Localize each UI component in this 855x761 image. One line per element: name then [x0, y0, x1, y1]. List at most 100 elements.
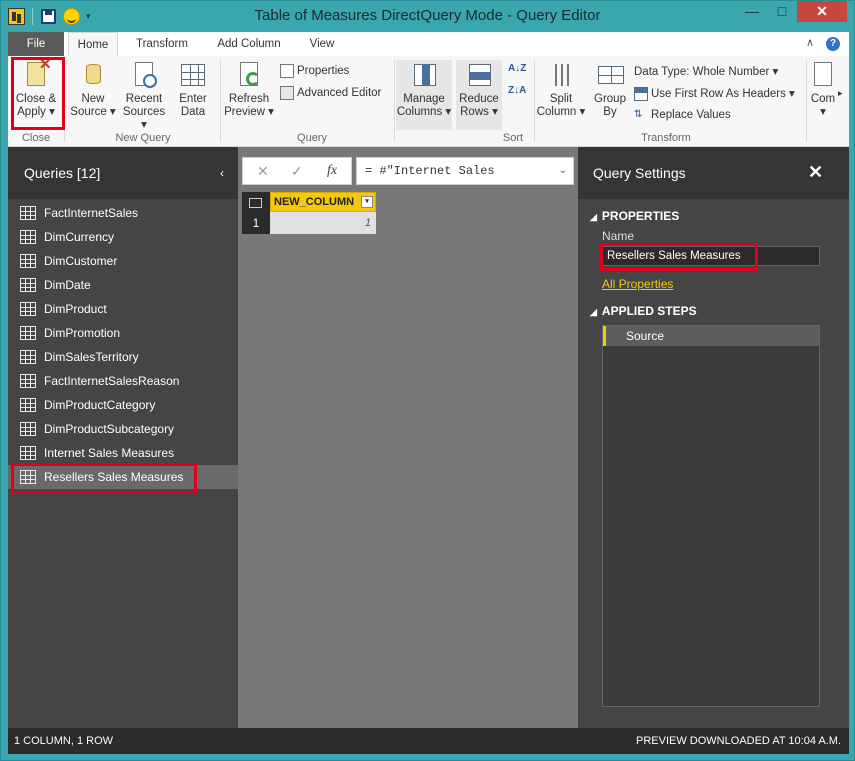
query-item[interactable]: DimDate [8, 273, 238, 297]
query-item[interactable]: FactInternetSalesReason [8, 369, 238, 393]
minimize-button[interactable]: — [737, 1, 767, 22]
query-item-label: DimPromotion [44, 326, 121, 340]
sort-ascending-icon[interactable]: A↓Z [508, 64, 526, 74]
table-icon [178, 60, 208, 90]
status-row-count: 1 COLUMN, 1 ROW [14, 735, 114, 747]
close-settings-icon[interactable]: ✕ [808, 162, 823, 183]
expand-formula-icon[interactable]: ⌄ [559, 158, 567, 184]
group-label-new-query: New Query [115, 132, 171, 144]
close-apply-highlight [11, 57, 65, 130]
query-item-label: DimProductCategory [44, 398, 156, 412]
formula-input[interactable]: = #"Internet Sales ⌄ [356, 157, 574, 185]
query-item-label: DimProductSubcategory [44, 422, 175, 436]
tab-file[interactable]: File [8, 32, 64, 56]
power-bi-app-icon[interactable] [8, 8, 25, 25]
group-by-icon [595, 60, 625, 90]
query-item-label: DimCurrency [44, 230, 115, 244]
manage-columns-button[interactable]: Manage Columns ▾ [396, 60, 452, 130]
queries-pane: Queries [12] ‹ FactInternetSales DimCurre… [8, 147, 238, 728]
close-window-button[interactable]: ✕ [797, 1, 847, 22]
ribbon-tabs: File Home Transform Add Column View ∧ ? [8, 32, 849, 56]
query-item[interactable]: DimCurrency [8, 225, 238, 249]
fx-icon[interactable]: fx [327, 163, 337, 179]
column-filter-icon[interactable]: ▾ [361, 196, 373, 208]
editor-body: Queries [12] ‹ FactInternetSales DimCurre… [8, 147, 849, 728]
sort-descending-icon[interactable]: Z↓A [508, 86, 526, 96]
applied-steps-section-header[interactable]: ◢ APPLIED STEPS [590, 304, 697, 318]
collapse-queries-icon[interactable]: ‹ [220, 166, 224, 180]
query-item-label: DimDate [44, 278, 91, 292]
quick-access-dropdown-icon[interactable]: ▾ [86, 11, 91, 22]
enter-data-button[interactable]: Enter Data [172, 60, 214, 119]
reduce-rows-button[interactable]: Reduce Rows ▾ [456, 60, 502, 130]
advanced-editor-button[interactable]: Advanced Editor [280, 86, 381, 100]
recent-sources-button[interactable]: Recent Sources ▾ [120, 60, 168, 132]
query-item[interactable]: DimCustomer [8, 249, 238, 273]
query-item-label: DimProduct [44, 302, 107, 316]
tab-view[interactable]: View [300, 32, 344, 56]
query-item[interactable]: Internet Sales Measures [8, 441, 238, 465]
confirm-formula-icon[interactable]: ✓ [291, 163, 303, 180]
group-label-close: Close [21, 132, 51, 144]
split-column-button[interactable]: Split Column ▾ [536, 60, 586, 119]
group-label-transform: Transform [641, 132, 691, 144]
query-item-label: Internet Sales Measures [44, 446, 175, 460]
combine-button[interactable]: Com ▾ [808, 60, 838, 119]
query-item[interactable]: DimProductSubcategory [8, 417, 238, 441]
tab-home[interactable]: Home [68, 32, 118, 56]
status-bar: 1 COLUMN, 1 ROW PREVIEW DOWNLOADED AT 10… [8, 728, 849, 754]
help-icon[interactable]: ? [826, 37, 840, 51]
query-item-label: DimCustomer [44, 254, 118, 268]
data-type-dropdown[interactable]: Data Type: Whole Number ▾ [634, 64, 778, 78]
status-preview-time: PREVIEW DOWNLOADED AT 10:04 A.M. [636, 735, 841, 747]
query-item[interactable]: DimProduct [8, 297, 238, 321]
table-cell[interactable]: 1 [270, 212, 376, 234]
smile-feedback-icon[interactable] [63, 8, 80, 25]
query-item-label: DimSalesTerritory [44, 350, 139, 364]
query-item[interactable]: FactInternetSales [8, 201, 238, 225]
title-bar: ▾ Table of Measures DirectQuery Mode - Q… [1, 1, 854, 32]
table-icon [20, 206, 36, 220]
properties-section-header[interactable]: ◢ PROPERTIES [590, 209, 679, 223]
ribbon: ✕ Close & Apply ▾ Close New Source ▾ Rec… [8, 56, 849, 147]
group-label-query: Query [297, 132, 327, 144]
query-item[interactable]: DimProductCategory [8, 393, 238, 417]
maximize-button[interactable]: □ [767, 1, 797, 22]
table-icon [20, 230, 36, 244]
tab-add-column[interactable]: Add Column [208, 32, 290, 56]
refresh-icon [234, 60, 264, 90]
query-item-label: FactInternetSalesReason [44, 374, 180, 388]
headers-icon [634, 86, 648, 101]
refresh-preview-button[interactable]: Refresh Preview ▾ [224, 60, 274, 119]
query-settings-pane: Query Settings ✕ ◢PROPERTIES Name All Pr… [578, 147, 849, 728]
query-item[interactable]: DimPromotion [8, 321, 238, 345]
cancel-formula-icon[interactable]: ✕ [257, 163, 269, 180]
tab-transform[interactable]: Transform [128, 32, 196, 56]
collapse-triangle-icon: ◢ [590, 307, 597, 317]
table-icon [20, 254, 36, 268]
collapse-triangle-icon: ◢ [590, 212, 597, 222]
title-bar-separator [32, 8, 33, 25]
table-menu-icon[interactable] [242, 192, 270, 212]
name-label: Name [602, 229, 635, 243]
replace-values-button[interactable]: ⇅ Replace Values [634, 108, 731, 122]
collapse-ribbon-icon[interactable]: ∧ [806, 36, 814, 49]
all-properties-link[interactable]: All Properties [602, 277, 673, 291]
ribbon-scroll-right-icon[interactable]: ▸ [838, 88, 843, 99]
preview-area: ✕ ✓ fx = #"Internet Sales ⌄ NEW_COLUMN ▾… [238, 147, 578, 728]
applied-steps-list: Source [602, 325, 820, 707]
save-icon[interactable] [41, 9, 56, 24]
properties-button[interactable]: Properties [280, 64, 349, 78]
group-by-button[interactable]: Group By [590, 60, 630, 119]
use-first-row-headers-button[interactable]: Use First Row As Headers ▾ [634, 86, 795, 101]
combine-icon [812, 60, 834, 90]
step-source[interactable]: Source [603, 326, 819, 346]
group-label-sort: Sort [502, 132, 524, 144]
table-icon [20, 326, 36, 340]
new-source-button[interactable]: New Source ▾ [70, 60, 116, 119]
table-icon [20, 278, 36, 292]
query-item[interactable]: DimSalesTerritory [8, 345, 238, 369]
query-editor-window: ▾ Table of Measures DirectQuery Mode - Q… [0, 0, 855, 761]
column-header[interactable]: NEW_COLUMN ▾ [270, 192, 376, 212]
queries-title: Queries [12] [24, 165, 101, 181]
